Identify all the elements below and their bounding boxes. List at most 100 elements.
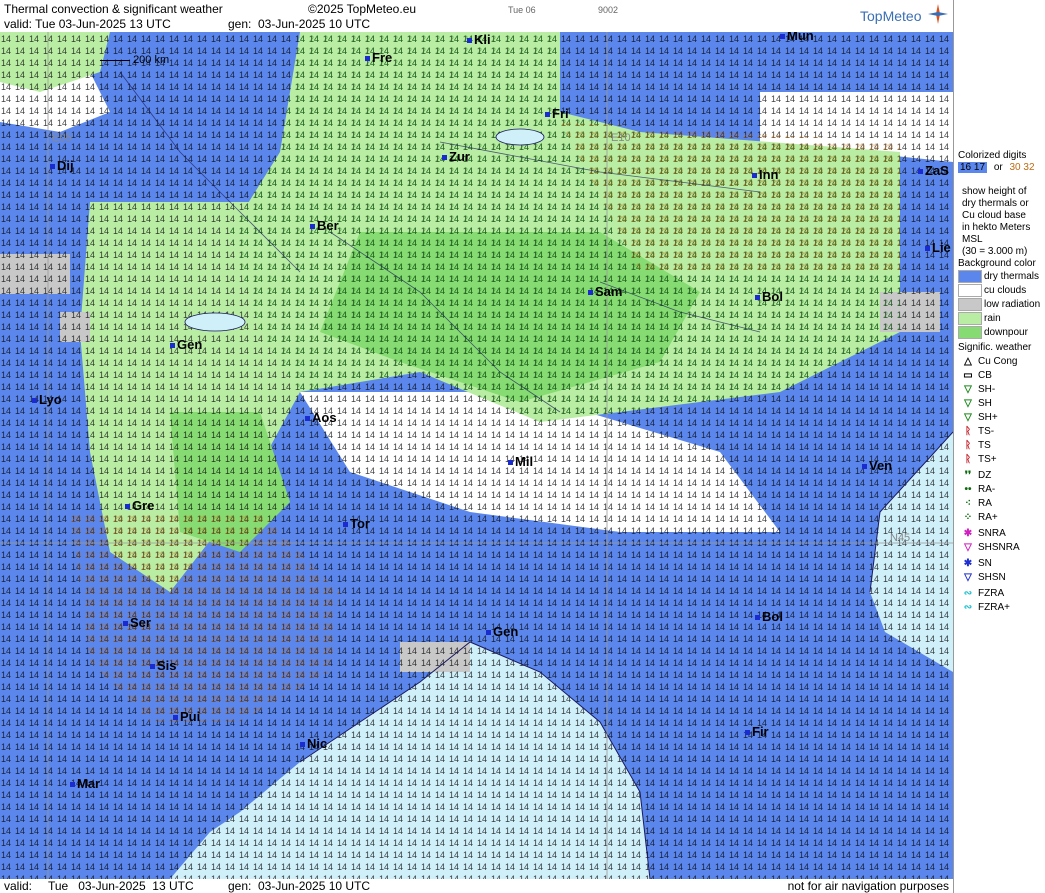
legend-wx-shsnra: ▽ SHSNRA <box>958 542 1020 553</box>
legend-bg-cu-clouds: cu clouds <box>958 284 1026 297</box>
city-gen-north[interactable]: Gen <box>170 337 202 352</box>
footer-valid-label: valid: <box>4 879 33 893</box>
city-bol-north[interactable]: Bol <box>755 289 783 304</box>
cb-icon: ▭ <box>963 370 973 381</box>
topmeteo-logo[interactable]: TopMeteo <box>860 8 921 24</box>
shower-light-icon: ▽ <box>964 384 972 395</box>
grid-label-e05: E05 <box>52 132 72 144</box>
valid-label: valid: <box>4 17 33 31</box>
legend-colorized-desc-1: dry thermals or <box>962 198 1029 209</box>
legend-bg-downpour: downpour <box>958 326 1028 339</box>
map-title: Thermal convection & significant weather <box>4 2 223 16</box>
day-label: Tue 06 <box>508 5 536 15</box>
legend-weather-title: Signific. weather <box>958 342 1032 353</box>
legend-wx-ts: ᚱ TS <box>958 440 991 451</box>
legend-wx-ra: ⁖ RA <box>958 498 992 509</box>
city-zas[interactable]: ZaS <box>918 163 949 178</box>
city-ser[interactable]: Ser <box>123 615 151 630</box>
legend-wx-ts-minus: ᚱ TS- <box>958 426 994 437</box>
city-dij[interactable]: Dij <box>50 158 74 173</box>
legend-or: or <box>993 162 1003 173</box>
city-fir[interactable]: Fir <box>745 724 769 739</box>
city-sam[interactable]: Sam <box>588 284 622 299</box>
footer: valid: Tue 03-Jun-2025 13 UTC gen: 03-Ju… <box>0 879 953 893</box>
legend-sample-orange: 30 32 <box>1009 162 1035 173</box>
city-tor[interactable]: Tor <box>343 516 370 531</box>
header-row-1: Thermal convection & significant weather <box>4 2 223 16</box>
freezing-rain-icon: ∾ <box>963 588 973 599</box>
legend-bg-dry-thermals: dry thermals <box>958 270 1039 283</box>
legend-panel: Colorized digits 16 17 or 30 32 show hei… <box>953 0 1045 893</box>
legend-colorized-desc-0: show height of <box>962 186 1027 197</box>
legend-wx-sh-minus: ▽ SH- <box>958 384 995 395</box>
grid-label-n45: N45 <box>890 532 911 544</box>
city-sis[interactable]: Sis <box>150 658 177 673</box>
map-background: 14 24 29 <box>0 32 953 879</box>
legend-wx-ra-minus: •• RA- <box>958 484 995 495</box>
footer-note: not for air navigation purposes <box>787 879 949 893</box>
city-aos[interactable]: Aos <box>305 410 337 425</box>
legend-wx-sn: ✱ SN <box>958 558 992 569</box>
grid-label-e10: E10 <box>611 132 631 144</box>
legend-wx-fzra: ∾ FZRA <box>958 588 1004 599</box>
snow-rain-icon: ✱ <box>963 528 973 539</box>
city-zur[interactable]: Zur <box>442 149 470 164</box>
rain-light-icon: •• <box>964 484 972 495</box>
legend-wx-ra-plus: ⁘ RA+ <box>958 512 998 523</box>
city-inn[interactable]: Inn <box>752 167 779 182</box>
cu-cong-icon: △ <box>964 356 972 367</box>
city-kli[interactable]: Kli <box>467 32 491 47</box>
city-fre[interactable]: Fre <box>365 50 392 65</box>
city-fri[interactable]: Fri <box>545 106 569 121</box>
snow-shower-icon: ▽ <box>964 572 972 583</box>
city-mun[interactable]: Mun <box>780 32 814 43</box>
city-lie[interactable]: Lie <box>925 240 951 255</box>
copyright: ©2025 TopMeteo.eu <box>308 2 417 16</box>
legend-colorized-desc-3: in hekto Meters <box>962 222 1031 233</box>
freezing-rain-heavy-icon: ∾ <box>963 602 973 613</box>
gen-time: 03-Jun-2025 10 UTC <box>258 17 371 31</box>
city-mil[interactable]: Mil <box>508 454 533 469</box>
thunderstorm-icon: ᚱ <box>965 440 971 451</box>
city-nic[interactable]: Nic <box>300 736 327 751</box>
city-pui[interactable]: Pui <box>173 709 200 724</box>
footer-valid-time: Tue 03-Jun-2025 13 UTC <box>48 879 194 893</box>
run-code: 9002 <box>598 5 619 15</box>
city-bol-south[interactable]: Bol <box>755 609 783 624</box>
legend-colorized-title: Colorized digits <box>958 150 1027 161</box>
header: Thermal convection & significant weather… <box>0 0 953 32</box>
weather-map[interactable]: 14 24 29 <box>0 32 953 879</box>
legend-wx-dz: ❜❜ DZ <box>958 470 992 481</box>
footer-gen-label: gen: <box>228 879 252 893</box>
city-gre[interactable]: Gre <box>125 498 154 513</box>
legend-colorized-desc-4: MSL <box>962 234 983 245</box>
header-row-2: valid: Tue 03-Jun-2025 13 UTC <box>4 17 171 31</box>
snow-rain-shower-icon: ▽ <box>964 542 972 553</box>
gen-label: gen: <box>228 17 252 31</box>
valid-time: Tue 03-Jun-2025 13 UTC <box>35 17 171 31</box>
legend-wx-cu-cong: △ Cu Cong <box>958 356 1017 367</box>
legend-wx-sh: ▽ SH <box>958 398 992 409</box>
lake-constance <box>495 128 545 146</box>
city-ber[interactable]: Ber <box>310 218 339 233</box>
city-mar[interactable]: Mar <box>70 776 100 791</box>
legend-bg-low-radiation: low radiation <box>958 298 1040 311</box>
thunderstorm-heavy-icon: ᚱ <box>965 454 971 465</box>
city-gen-south[interactable]: Gen <box>486 624 518 639</box>
thunderstorm-light-icon: ᚱ <box>965 426 971 437</box>
rain-icon: ⁖ <box>965 498 971 509</box>
legend-colorized-desc-5: (30 = 3.000 m) <box>962 246 1028 257</box>
legend-wx-sh-plus: ▽ SH+ <box>958 412 998 423</box>
legend-background-title: Background color <box>958 258 1036 269</box>
snow-icon: ✱ <box>963 558 973 569</box>
city-lyo[interactable]: Lyo <box>32 392 62 407</box>
footer-gen-time: 03-Jun-2025 10 UTC <box>258 879 371 893</box>
legend-wx-shsn: ▽ SHSN <box>958 572 1006 583</box>
shower-heavy-icon: ▽ <box>964 412 972 423</box>
scale-label: 200 km <box>133 54 170 66</box>
legend-wx-ts-plus: ᚱ TS+ <box>958 454 997 465</box>
legend-colorized-samples: 16 17 or 30 32 <box>958 162 1035 173</box>
city-ven[interactable]: Ven <box>862 458 892 473</box>
rain-heavy-icon: ⁘ <box>963 512 973 523</box>
scale-bar: 200 km <box>100 54 169 66</box>
